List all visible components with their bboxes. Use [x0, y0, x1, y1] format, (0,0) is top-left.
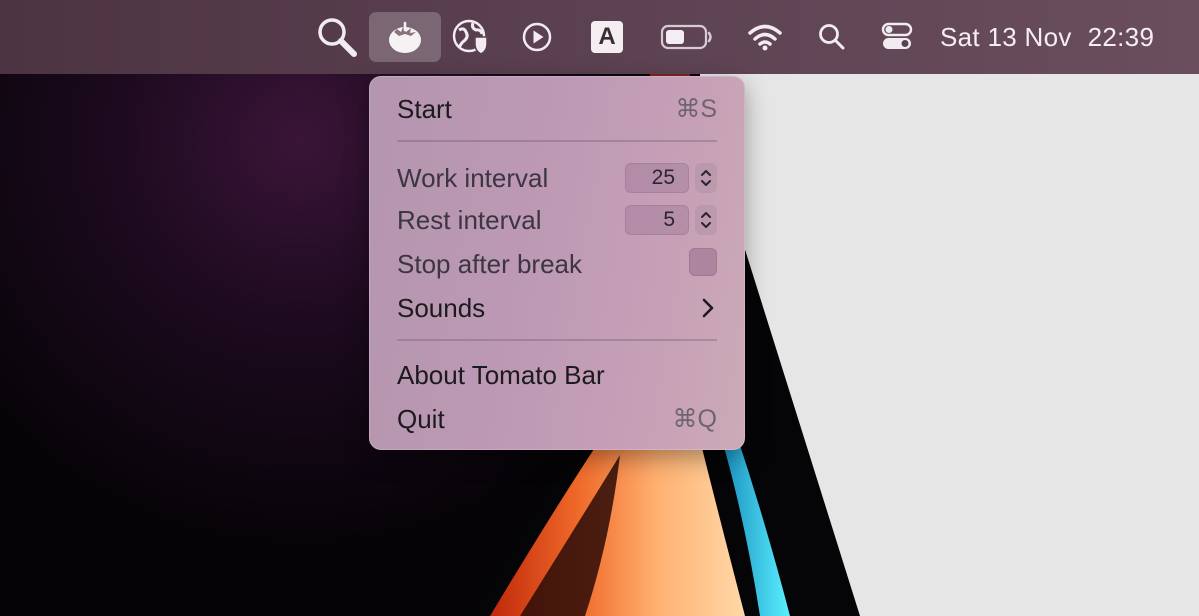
magnifier-icon[interactable]: [312, 0, 362, 74]
globe-shield-icon[interactable]: [448, 0, 494, 74]
rest-interval-stepper[interactable]: [695, 205, 717, 235]
battery-icon[interactable]: [658, 0, 716, 74]
wifi-icon[interactable]: [744, 0, 786, 74]
stepper-arrows-icon: [701, 212, 711, 228]
rest-interval-field[interactable]: 5: [625, 205, 689, 235]
tomato-bar-menu: Start ⌘S Work interval 25 Rest interval …: [369, 76, 745, 450]
stop-after-break-row[interactable]: Stop after break: [369, 244, 745, 284]
start-menu-item[interactable]: Start ⌘S: [369, 89, 745, 129]
quit-shortcut: ⌘Q: [672, 405, 717, 433]
stop-after-break-label: Stop after break: [397, 248, 582, 279]
work-interval-stepper[interactable]: [695, 163, 717, 193]
about-label: About Tomato Bar: [397, 359, 605, 390]
spotlight-icon[interactable]: [814, 0, 850, 74]
chevron-right-icon: [702, 298, 714, 318]
clock-date: Sat 13 Nov: [940, 21, 1072, 52]
quit-label: Quit: [397, 403, 445, 434]
tomato-icon[interactable]: [380, 0, 430, 74]
stop-after-break-checkbox[interactable]: [689, 248, 717, 276]
rest-interval-row: Rest interval 5: [369, 200, 745, 240]
input-source-icon[interactable]: A: [587, 0, 627, 74]
menu-separator: [397, 339, 717, 341]
about-menu-item[interactable]: About Tomato Bar: [369, 355, 745, 395]
sounds-label: Sounds: [397, 292, 486, 323]
clock-time: 22:39: [1087, 21, 1155, 52]
work-interval-row: Work interval 25: [369, 158, 745, 198]
sounds-menu-item[interactable]: Sounds: [369, 288, 745, 328]
start-shortcut: ⌘S: [675, 95, 717, 123]
stepper-arrows-icon: [701, 170, 711, 186]
start-label: Start: [397, 93, 452, 124]
menubar-clock[interactable]: Sat 13 Nov 22:39: [940, 0, 1180, 74]
control-center-icon[interactable]: [878, 0, 916, 74]
quit-menu-item[interactable]: Quit ⌘Q: [369, 399, 745, 439]
rest-interval-label: Rest interval: [397, 204, 542, 235]
desktop: A Sat 13 Nov 22:39 Start ⌘S Work interva…: [0, 0, 1199, 616]
input-source-letter: A: [591, 21, 623, 53]
play-circle-icon[interactable]: [516, 0, 558, 74]
work-interval-field[interactable]: 25: [625, 163, 689, 193]
work-interval-label: Work interval: [397, 162, 549, 193]
menu-bar: A Sat 13 Nov 22:39: [0, 0, 1199, 74]
menu-separator: [397, 140, 717, 142]
